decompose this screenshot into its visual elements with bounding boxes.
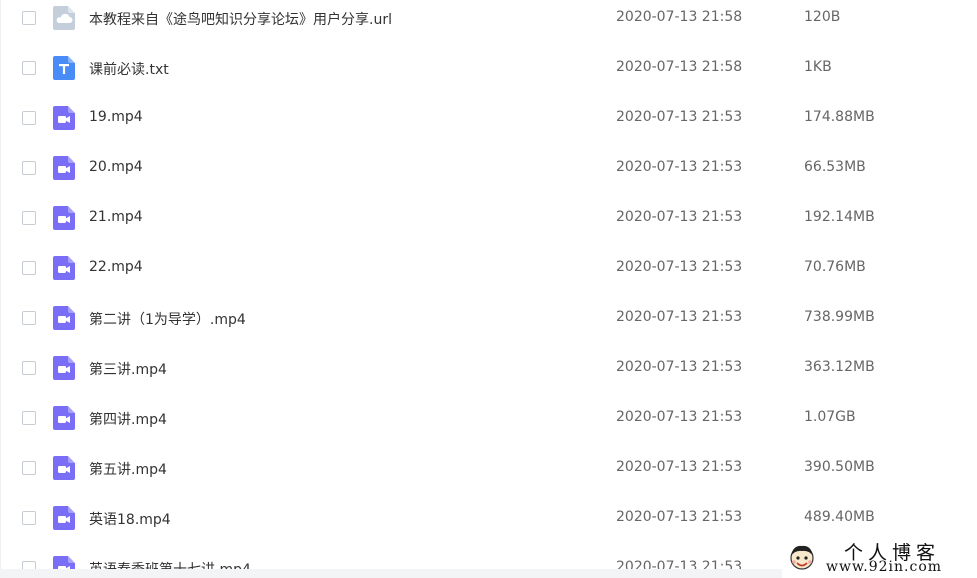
cartoon-face-icon [790, 545, 814, 570]
file-row[interactable]: 本教程来自《途鸟吧知识分享论坛》用户分享.url 2020-07-13 21:58… [1, 0, 977, 50]
file-size: 66.53MB [804, 159, 866, 175]
file-row[interactable]: 第二讲（1为导学）.mp4 2020-07-13 21:53 738.99MB [1, 300, 977, 350]
file-row[interactable]: 第四讲.mp4 2020-07-13 21:53 1.07GB [1, 400, 977, 450]
file-name[interactable]: 第五讲.mp4 [89, 459, 167, 479]
row-checkbox[interactable] [22, 361, 36, 375]
file-modified-date: 2020-07-13 21:53 [616, 409, 743, 425]
file-row[interactable]: 20.mp4 2020-07-13 21:53 66.53MB [1, 150, 977, 200]
file-name[interactable]: 第四讲.mp4 [89, 409, 167, 429]
file-name[interactable]: 本教程来自《途鸟吧知识分享论坛》用户分享.url [89, 9, 392, 29]
file-modified-date: 2020-07-13 21:53 [616, 209, 743, 225]
row-checkbox[interactable] [22, 411, 36, 425]
file-size: 192.14MB [804, 209, 875, 225]
file-list: 本教程来自《途鸟吧知识分享论坛》用户分享.url 2020-07-13 21:58… [0, 0, 977, 578]
file-modified-date: 2020-07-13 21:53 [616, 109, 743, 125]
file-name[interactable]: 课前必读.txt [89, 59, 169, 79]
file-size: 1.07GB [804, 409, 856, 425]
file-row[interactable]: 22.mp4 2020-07-13 21:53 70.76MB [1, 250, 977, 300]
file-row[interactable]: 课前必读.txt 2020-07-13 21:58 1KB [1, 50, 977, 100]
row-checkbox[interactable] [22, 311, 36, 325]
file-size: 363.12MB [804, 359, 875, 375]
row-checkbox[interactable] [22, 211, 36, 225]
row-checkbox[interactable] [22, 261, 36, 275]
file-row[interactable]: 21.mp4 2020-07-13 21:53 192.14MB [1, 200, 977, 250]
row-checkbox[interactable] [22, 511, 36, 525]
file-modified-date: 2020-07-13 21:53 [616, 509, 743, 525]
file-size: 174.88MB [804, 109, 875, 125]
file-modified-date: 2020-07-13 21:53 [616, 159, 743, 175]
file-modified-date: 2020-07-13 21:53 [616, 459, 743, 475]
row-checkbox[interactable] [22, 61, 36, 75]
file-name[interactable]: 英语18.mp4 [89, 509, 171, 529]
file-row[interactable]: 第三讲.mp4 2020-07-13 21:53 363.12MB [1, 350, 977, 400]
file-modified-date: 2020-07-13 21:53 [616, 309, 743, 325]
file-name[interactable]: 第二讲（1为导学）.mp4 [89, 309, 246, 329]
file-row[interactable]: 19.mp4 2020-07-13 21:53 174.88MB [1, 100, 977, 150]
file-name[interactable]: 20.mp4 [89, 159, 143, 175]
watermark-url: www.92in.com [826, 559, 943, 575]
file-name[interactable]: 第三讲.mp4 [89, 359, 167, 379]
file-modified-date: 2020-07-13 21:53 [616, 359, 743, 375]
file-modified-date: 2020-07-13 21:58 [616, 9, 743, 25]
file-name[interactable]: 19.mp4 [89, 109, 143, 125]
watermark: 个人博客 www.92in.com [782, 538, 977, 578]
row-checkbox[interactable] [22, 461, 36, 475]
file-size: 738.99MB [804, 309, 875, 325]
file-modified-date: 2020-07-13 21:58 [616, 59, 743, 75]
file-size: 390.50MB [804, 459, 875, 475]
file-name[interactable]: 22.mp4 [89, 259, 143, 275]
file-size: 489.40MB [804, 509, 875, 525]
row-checkbox[interactable] [22, 161, 36, 175]
file-name[interactable]: 21.mp4 [89, 209, 143, 225]
row-checkbox[interactable] [22, 111, 36, 125]
file-size: 120B [804, 9, 841, 25]
file-row[interactable]: 第五讲.mp4 2020-07-13 21:53 390.50MB [1, 450, 977, 500]
file-modified-date: 2020-07-13 21:53 [616, 259, 743, 275]
file-size: 1KB [804, 59, 832, 75]
file-size: 70.76MB [804, 259, 866, 275]
row-checkbox[interactable] [22, 11, 36, 25]
